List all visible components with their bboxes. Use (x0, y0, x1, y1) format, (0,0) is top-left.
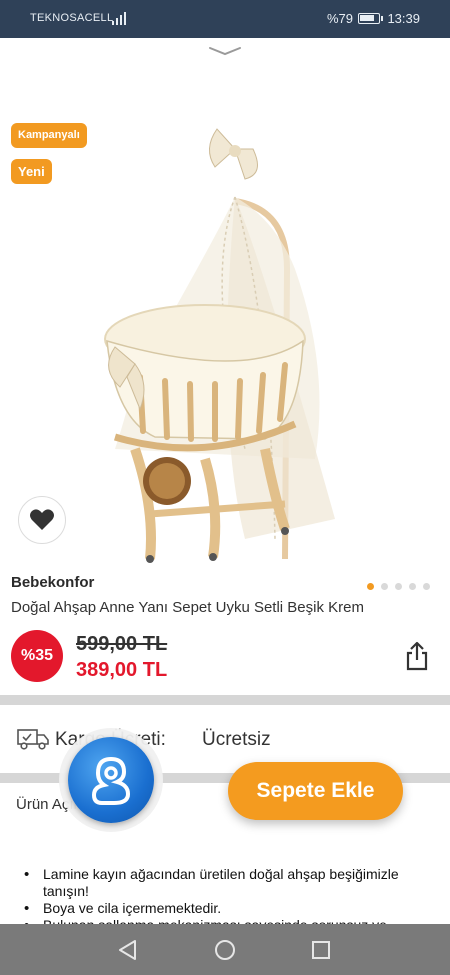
pagination-dot[interactable] (381, 583, 388, 590)
pagination-dot[interactable] (395, 583, 402, 590)
list-item: Boya ve cila içermemektedir. (24, 900, 424, 917)
signal-icon (112, 11, 126, 25)
product-description-list: Lamine kayın ağacından üretilen doğal ah… (24, 866, 424, 929)
pagination-dot[interactable] (423, 583, 430, 590)
home-circle-icon[interactable] (213, 938, 237, 962)
product-brand[interactable]: Bebekonfor (11, 574, 94, 591)
bottom-sheet-header (0, 38, 450, 64)
pagination-dot[interactable] (367, 583, 374, 590)
chat-assistant-icon (68, 737, 154, 823)
carrier-name: TEKNOSACELL (30, 12, 114, 24)
product-title: Doğal Ahşap Anne Yanı Sepet Uyku Setli B… (11, 599, 364, 616)
divider (0, 695, 450, 705)
image-pagination-dots[interactable] (367, 583, 430, 590)
battery-icon (358, 13, 383, 24)
product-image-gallery[interactable]: Kampanyalı Yeni (0, 64, 450, 564)
cargo-fee-value: Ücretsiz (202, 729, 271, 750)
battery-percent: %79 (326, 11, 353, 26)
recent-square-icon[interactable] (309, 938, 333, 962)
add-to-cart-button[interactable]: Sepete Ekle (228, 762, 403, 820)
share-icon[interactable] (404, 641, 430, 671)
old-price: 599,00 TL (76, 633, 168, 655)
list-item: Lamine kayın ağacından üretilen doğal ah… (24, 866, 424, 900)
back-triangle-icon[interactable] (116, 938, 140, 962)
pagination-dot[interactable] (409, 583, 416, 590)
chat-assistant-button[interactable] (59, 728, 163, 832)
chevron-down-icon[interactable] (208, 46, 242, 56)
current-price: 389,00 TL (76, 659, 168, 681)
new-badge: Yeni (11, 159, 52, 184)
clock: 13:39 (387, 11, 420, 26)
campaign-badge: Kampanyalı (11, 123, 87, 148)
status-bar: TEKNOSACELL %79 13:39 (0, 0, 450, 38)
system-navigation-bar (0, 924, 450, 975)
truck-icon (17, 729, 49, 750)
favorite-button[interactable] (18, 496, 66, 544)
product-image (104, 128, 335, 563)
heart-icon (30, 509, 54, 530)
discount-badge: %35 (11, 630, 63, 682)
